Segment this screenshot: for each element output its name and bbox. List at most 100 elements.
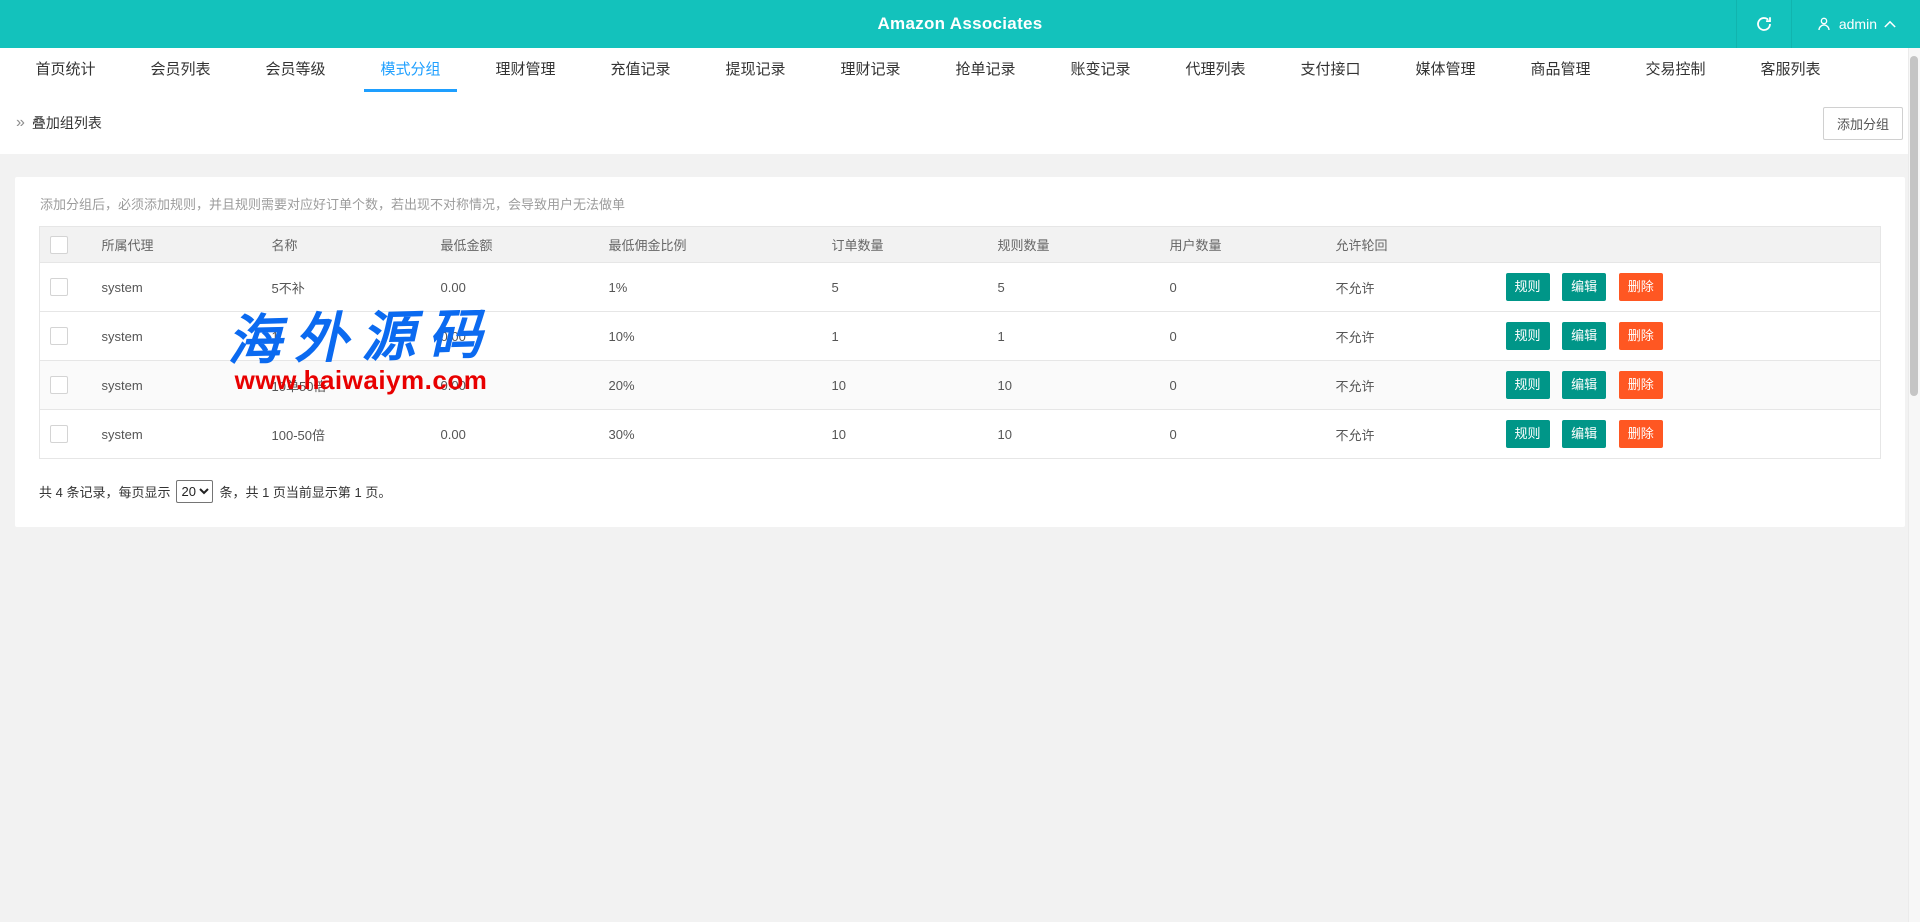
cell-name: 5不补	[271, 262, 441, 312]
cell-rules: 5	[997, 262, 1170, 312]
cell-users: 0	[1169, 262, 1336, 312]
page-title: 叠加组列表	[31, 115, 102, 131]
cell-agent: system	[101, 360, 272, 410]
breadcrumb-arrows-icon: »	[16, 114, 25, 131]
row-checkbox[interactable]	[50, 327, 68, 345]
rule-button[interactable]: 规则	[1505, 322, 1550, 350]
cell-allow-loop: 不允许	[1335, 262, 1506, 312]
cell-name: 1	[271, 311, 441, 361]
cell-orders: 10	[831, 360, 998, 410]
breadcrumb: » 叠加组列表	[16, 113, 102, 133]
tab-member-list[interactable]: 会员列表	[123, 48, 238, 92]
user-icon	[1816, 16, 1832, 32]
cell-allow-loop: 不允许	[1335, 427, 1375, 443]
table-row: system 1 0.00 10% 1 1 0 不允许 规则 编辑 删除	[39, 311, 1881, 361]
tab-payment-interface[interactable]: 支付接口	[1273, 48, 1388, 92]
tab-withdraw-records[interactable]: 提现记录	[698, 48, 813, 92]
cell-min-commission: 30%	[608, 426, 635, 442]
cell-min-amount: 0.00	[440, 311, 609, 361]
table-row: system 5不补 0.00 1% 5 5 0 不允许 规则 编辑 删除	[39, 262, 1881, 312]
pagination-bar: 共 4 条记录，每页显示 20 条，共 1 页当前显示第 1 页。	[15, 459, 1905, 527]
col-users: 用户数量	[1169, 226, 1336, 263]
edit-button[interactable]: 编辑	[1562, 322, 1607, 350]
col-agent: 所属代理	[101, 226, 272, 263]
breadcrumb-bar: » 叠加组列表 添加分组	[0, 92, 1920, 154]
cell-users: 0	[1169, 426, 1177, 442]
cell-allow-loop: 不允许	[1335, 360, 1506, 410]
col-min-amount: 最低金额	[440, 226, 609, 263]
page-body: 添加分组后，必须添加规则，并且规则需要对应好订单个数，若出现不对称情况，会导致用…	[0, 154, 1920, 922]
edit-button[interactable]: 编辑	[1562, 273, 1607, 301]
cell-actions: 规则 编辑 删除	[1505, 360, 1881, 410]
tab-media-manage[interactable]: 媒体管理	[1388, 48, 1503, 92]
table-row: system 100-50倍 0.00 30% 10 10 0 不允许 规则 编…	[40, 410, 1881, 459]
tab-finance-manage[interactable]: 理财管理	[468, 48, 583, 92]
cell-min-commission: 10%	[608, 311, 832, 361]
cell-users: 0	[1169, 360, 1336, 410]
col-actions	[1505, 226, 1881, 263]
cell-orders: 1	[831, 311, 998, 361]
cell-actions: 规则 编辑 删除	[1505, 311, 1881, 361]
tab-member-level[interactable]: 会员等级	[238, 48, 353, 92]
col-min-commission: 最低佣金比例	[608, 226, 832, 263]
main-nav: 首页统计 会员列表 会员等级 模式分组 理财管理 充值记录 提现记录 理财记录 …	[0, 48, 1920, 92]
tab-product-manage[interactable]: 商品管理	[1503, 48, 1618, 92]
cell-agent: system	[101, 262, 272, 312]
cell-min-commission: 20%	[608, 360, 832, 410]
header-controls: admin	[1735, 0, 1920, 48]
delete-button[interactable]: 删除	[1618, 273, 1663, 301]
user-menu[interactable]: admin	[1792, 0, 1920, 48]
page-scrollbar-track[interactable]	[1908, 48, 1920, 922]
pagination-suffix: 条，共 1 页当前显示第 1 页。	[219, 485, 392, 500]
rule-button[interactable]: 规则	[1505, 420, 1550, 448]
col-orders: 订单数量	[831, 226, 998, 263]
tab-trade-control[interactable]: 交易控制	[1618, 48, 1733, 92]
cell-allow-loop: 不允许	[1335, 311, 1506, 361]
group-table: 所属代理 名称 最低金额 最低佣金比例 订单数量 规则数量 用户数量 允许轮回	[39, 226, 1881, 459]
col-name: 名称	[271, 226, 441, 263]
rule-button[interactable]: 规则	[1505, 371, 1550, 399]
tab-balance-change-records[interactable]: 账变记录	[1043, 48, 1158, 92]
pagination-prefix: 共 4 条记录，每页显示	[39, 485, 171, 500]
add-group-button[interactable]: 添加分组	[1822, 106, 1903, 140]
cell-rules: 1	[997, 311, 1170, 361]
cell-agent: system	[101, 426, 143, 442]
cell-name: 100-50倍	[271, 427, 325, 443]
col-allow-loop: 允许轮回	[1335, 226, 1506, 263]
cell-orders: 5	[831, 262, 998, 312]
cell-min-amount: 0.00	[440, 426, 466, 442]
row-checkbox[interactable]	[50, 425, 68, 443]
tab-customer-service-list[interactable]: 客服列表	[1733, 48, 1848, 92]
row-checkbox[interactable]	[50, 376, 68, 394]
group-list-panel: 添加分组后，必须添加规则，并且规则需要对应好订单个数，若出现不对称情况，会导致用…	[15, 177, 1905, 527]
cell-rules: 10	[997, 426, 1012, 442]
tab-recharge-records[interactable]: 充值记录	[583, 48, 698, 92]
refresh-button[interactable]	[1735, 0, 1792, 48]
select-all-checkbox[interactable]	[50, 235, 68, 254]
tab-grab-order-records[interactable]: 抢单记录	[928, 48, 1043, 92]
cell-actions: 规则 编辑 删除	[1505, 262, 1881, 312]
tab-agent-list[interactable]: 代理列表	[1158, 48, 1273, 92]
app-title: Amazon Associates	[877, 14, 1043, 33]
col-rules: 规则数量	[997, 226, 1170, 263]
table-row: system 10单50倍 0.00 20% 10 10 0 不允许 规则 编辑…	[39, 360, 1881, 410]
cell-orders: 10	[831, 426, 846, 442]
chevron-up-icon	[1884, 20, 1896, 28]
edit-button[interactable]: 编辑	[1562, 371, 1607, 399]
username-label: admin	[1838, 16, 1877, 32]
page-scrollbar-thumb[interactable]	[1910, 56, 1918, 396]
rule-button[interactable]: 规则	[1505, 273, 1550, 301]
edit-button[interactable]: 编辑	[1562, 420, 1607, 448]
delete-button[interactable]: 删除	[1618, 371, 1663, 399]
page-size-select[interactable]: 20	[176, 480, 214, 503]
cell-actions: 规则 编辑 删除	[1505, 410, 1881, 459]
panel-hint-text: 添加分组后，必须添加规则，并且规则需要对应好订单个数，若出现不对称情况，会导致用…	[40, 197, 626, 212]
cell-name: 10单50倍	[271, 360, 441, 410]
cell-agent: system	[101, 311, 272, 361]
row-checkbox[interactable]	[50, 278, 68, 296]
tab-mode-group[interactable]: 模式分组	[353, 48, 468, 92]
delete-button[interactable]: 删除	[1618, 322, 1663, 350]
tab-home-stats[interactable]: 首页统计	[8, 48, 123, 92]
delete-button[interactable]: 删除	[1618, 420, 1663, 448]
tab-finance-records[interactable]: 理财记录	[813, 48, 928, 92]
